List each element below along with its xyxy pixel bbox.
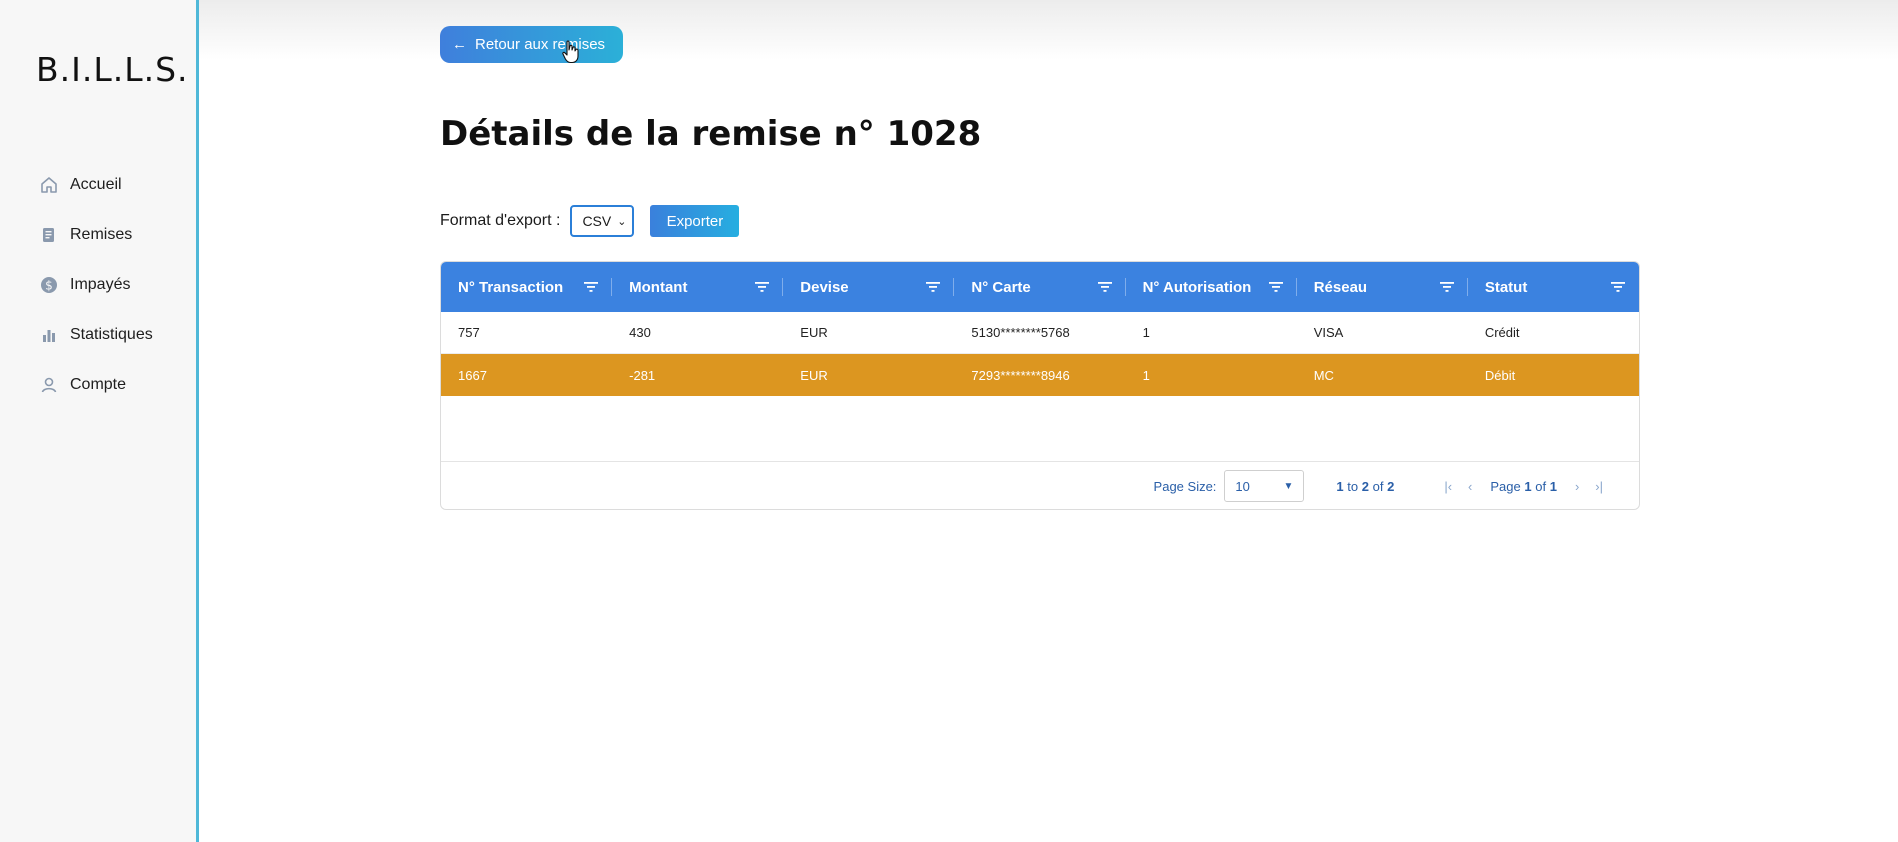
filter-icon[interactable]: [1097, 281, 1112, 293]
bar-chart-icon: [38, 324, 60, 346]
filter-icon[interactable]: [1439, 281, 1454, 293]
sidebar-item-accueil[interactable]: Accueil: [38, 160, 153, 210]
column-header-label: N° Carte: [971, 278, 1031, 296]
table-cell: EUR: [800, 367, 828, 383]
top-shade: [0, 0, 1898, 60]
sidebar-item-label: Statistiques: [70, 326, 153, 343]
hand-cursor-icon: [562, 40, 579, 64]
table-cell: 757: [458, 325, 480, 340]
table-cell: -281: [629, 367, 656, 383]
column-header-devise[interactable]: Devise: [783, 262, 955, 312]
sidebar-nav: Accueil Remises $ Impayés Statistiques C…: [38, 160, 153, 410]
previous-page-icon[interactable]: ‹: [1468, 479, 1472, 494]
table-cell: 5130********5768: [971, 325, 1070, 340]
home-icon: [38, 174, 60, 196]
sidebar-item-remises[interactable]: Remises: [38, 210, 153, 260]
table-row[interactable]: 757 430 EUR 5130********5768 1 VISA Créd…: [441, 312, 1639, 354]
sidebar-item-label: Accueil: [70, 176, 122, 193]
grid-empty-area: [441, 396, 1639, 462]
table-cell: Débit: [1484, 367, 1516, 383]
table-row-selected[interactable]: 1667 -281 EUR 7293********8946 1 MC Débi…: [441, 354, 1639, 396]
column-header-label: Statut: [1484, 278, 1528, 296]
column-header-label: Devise: [800, 278, 849, 296]
sidebar: B.I.L.L.S. Accueil Remises $ Impayés Sta…: [0, 0, 199, 842]
table-cell: 1: [1142, 367, 1150, 383]
back-to-remises-button[interactable]: ← Retour aux remises: [440, 26, 623, 63]
column-header-transaction[interactable]: N° Transaction: [441, 262, 613, 312]
sidebar-item-statistiques[interactable]: Statistiques: [38, 310, 153, 360]
receipt-icon: [38, 224, 60, 246]
column-header-carte[interactable]: N° Carte: [954, 262, 1126, 312]
table-cell: 7293********8946: [971, 367, 1070, 383]
table-cell: MC: [1313, 367, 1334, 383]
export-format-value: CSV: [582, 213, 612, 229]
table-cell: 1: [1142, 325, 1150, 340]
sidebar-item-label: Remises: [70, 226, 133, 243]
first-page-icon[interactable]: |‹: [1444, 479, 1452, 494]
page-size-select[interactable]: 10 ▼: [1224, 470, 1305, 502]
column-header-montant[interactable]: Montant: [612, 262, 784, 312]
filter-icon[interactable]: [1268, 281, 1283, 293]
column-header-statut[interactable]: Statut: [1468, 262, 1639, 312]
column-header-label: Montant: [629, 278, 688, 296]
table-cell: VISA: [1313, 325, 1344, 340]
column-header-reseau[interactable]: Réseau: [1297, 262, 1468, 312]
page-size-label: Page Size:: [1153, 478, 1217, 494]
filter-icon[interactable]: [755, 281, 770, 293]
arrow-left-icon: ←: [452, 36, 467, 53]
filter-icon[interactable]: [926, 281, 941, 293]
user-icon: [38, 374, 60, 396]
caret-down-icon: ▼: [1283, 480, 1294, 492]
sidebar-item-compte[interactable]: Compte: [38, 360, 153, 410]
sidebar-item-label: Impayés: [70, 276, 131, 293]
table-cell: 1667: [458, 367, 487, 383]
back-button-label: Retour aux remises: [475, 36, 606, 53]
pagination-bar: Page Size: 10 ▼ 1 to 2 of 2 |‹ ‹ Page 1 …: [441, 462, 1639, 509]
column-header-label: N° Transaction: [458, 278, 564, 296]
next-page-icon[interactable]: ›: [1575, 479, 1579, 494]
page-indicator: Page 1 of 1: [1490, 478, 1557, 494]
column-header-label: Réseau: [1313, 278, 1368, 296]
row-range-summary: 1 to 2 of 2: [1336, 478, 1395, 494]
svg-text:$: $: [45, 279, 53, 293]
column-header-label: N° Autorisation: [1142, 278, 1252, 296]
export-format-select[interactable]: CSV ⌄: [570, 205, 635, 237]
export-button[interactable]: Exporter: [650, 205, 740, 237]
page-title: Détails de la remise n° 1028: [440, 114, 982, 154]
chevron-down-icon: ⌄: [617, 215, 627, 228]
transactions-grid: N° Transaction Montant Devise N° Carte N…: [440, 261, 1640, 510]
filter-icon[interactable]: [584, 281, 599, 293]
export-toolbar: Format d'export : CSV ⌄ Exporter: [440, 205, 740, 237]
table-cell: EUR: [800, 325, 828, 340]
column-header-autorisation[interactable]: N° Autorisation: [1126, 262, 1297, 312]
app-logo: B.I.L.L.S.: [36, 50, 189, 89]
grid-header: N° Transaction Montant Devise N° Carte N…: [441, 262, 1639, 312]
table-cell: Crédit: [1484, 325, 1520, 340]
filter-icon[interactable]: [1610, 281, 1625, 293]
page-size-value: 10: [1235, 478, 1250, 494]
sidebar-item-impayes[interactable]: $ Impayés: [38, 260, 153, 310]
sidebar-item-label: Compte: [70, 376, 127, 393]
dollar-icon: $: [38, 274, 60, 296]
table-cell: 430: [629, 325, 651, 340]
last-page-icon[interactable]: ›|: [1595, 479, 1603, 494]
export-format-label: Format d'export :: [440, 212, 561, 229]
